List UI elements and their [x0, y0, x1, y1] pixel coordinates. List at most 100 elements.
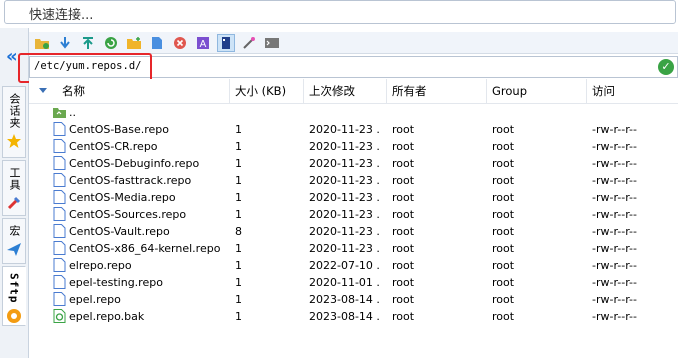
tab-sessions[interactable]: 会话夹: [2, 86, 26, 158]
file-date: 2023-08-14 ...: [309, 310, 381, 323]
backup-file-icon: [53, 309, 66, 323]
file-size: 8: [235, 225, 242, 238]
file-perm: -rw-r--r--: [592, 174, 637, 187]
file-perm: -rw-r--r--: [592, 191, 637, 204]
table-row[interactable]: ..: [29, 104, 678, 121]
file-list-header: 名称 大小 (KB) 上次修改 所有者 Group 访问: [29, 79, 678, 104]
download-icon[interactable]: [56, 34, 74, 52]
table-row[interactable]: CentOS-Debuginfo.repo 1 2020-11-23 ... r…: [29, 155, 678, 172]
file-name: epel-testing.repo: [69, 276, 163, 289]
file-group: root: [492, 276, 515, 289]
table-row[interactable]: CentOS-CR.repo 1 2020-11-23 ... root roo…: [29, 138, 678, 155]
file-size: 1: [235, 191, 242, 204]
file-perm: -rw-r--r--: [592, 293, 637, 306]
column-owner[interactable]: 所有者: [386, 79, 486, 103]
file-size: 1: [235, 174, 242, 187]
file-owner: root: [392, 123, 415, 136]
file-date: 2020-11-23 ...: [309, 225, 381, 238]
table-row[interactable]: CentOS-x86_64-kernel.repo 1 2020-11-23 .…: [29, 240, 678, 257]
delete-icon[interactable]: [171, 34, 189, 52]
file-perm: -rw-r--r--: [592, 225, 637, 238]
toggle-panel-icon[interactable]: [217, 33, 235, 52]
new-folder-icon[interactable]: [125, 34, 143, 52]
file-group: root: [492, 259, 515, 272]
table-row[interactable]: CentOS-fasttrack.repo 1 2020-11-23 ... r…: [29, 172, 678, 189]
table-row[interactable]: epel-testing.repo 1 2020-11-01 ... root …: [29, 274, 678, 291]
magic-wand-icon[interactable]: [240, 34, 258, 52]
file-size: 1: [235, 208, 242, 221]
file-group: root: [492, 242, 515, 255]
file-perm: -rw-r--r--: [592, 208, 637, 221]
rename-icon[interactable]: A: [194, 34, 212, 52]
quick-connect-input[interactable]: 快速连接...: [29, 4, 93, 23]
new-file-icon[interactable]: [148, 34, 166, 52]
refresh-icon[interactable]: [102, 34, 120, 52]
file-owner: root: [392, 310, 415, 323]
file-icon: [53, 258, 66, 272]
file-date: 2023-08-14 ...: [309, 293, 381, 306]
file-owner: root: [392, 191, 415, 204]
file-owner: root: [392, 208, 415, 221]
open-folder-icon[interactable]: [33, 34, 51, 52]
file-list: .. CentOS-Base.repo 1 2020-11-23 ... roo…: [29, 104, 678, 325]
terminal-icon[interactable]: [263, 34, 281, 52]
file-icon: [53, 139, 66, 153]
file-name: ..: [69, 106, 76, 119]
file-name: epel.repo: [69, 293, 121, 306]
tab-macros[interactable]: 宏: [2, 218, 26, 264]
file-group: root: [492, 208, 515, 221]
file-group: root: [492, 140, 515, 153]
file-icon: [53, 224, 66, 238]
table-row[interactable]: CentOS-Vault.repo 8 2020-11-23 ... root …: [29, 223, 678, 240]
table-row[interactable]: epel.repo.bak 1 2023-08-14 ... root root…: [29, 308, 678, 325]
file-owner: root: [392, 276, 415, 289]
confirm-path-icon[interactable]: ✓: [658, 59, 674, 75]
file-group: root: [492, 225, 515, 238]
column-size[interactable]: 大小 (KB): [229, 79, 303, 103]
file-group: root: [492, 310, 515, 323]
file-name: elrepo.repo: [69, 259, 132, 272]
file-owner: root: [392, 225, 415, 238]
file-perm: -rw-r--r--: [592, 259, 637, 272]
parent-folder-icon: [53, 108, 66, 118]
column-date[interactable]: 上次修改: [303, 79, 386, 103]
quick-connect-bar[interactable]: 快速连接...: [4, 0, 676, 24]
file-size: 1: [235, 293, 242, 306]
table-row[interactable]: elrepo.repo 1 2022-07-10 ... root root -…: [29, 257, 678, 274]
file-icon: [53, 241, 66, 255]
file-name: CentOS-Media.repo: [69, 191, 176, 204]
file-date: 2020-11-23 ...: [309, 208, 381, 221]
column-perm[interactable]: 访问: [586, 79, 678, 103]
tab-tools[interactable]: 工具: [2, 160, 26, 216]
file-owner: root: [392, 259, 415, 272]
tab-sftp[interactable]: Sftp: [2, 266, 26, 326]
file-size: 1: [235, 276, 242, 289]
sftp-toolbar: A: [29, 32, 678, 54]
column-group[interactable]: Group: [486, 79, 586, 103]
file-name: CentOS-Base.repo: [69, 123, 169, 136]
upload-icon[interactable]: [79, 34, 97, 52]
sort-arrow-icon: [39, 88, 47, 93]
file-date: 2020-11-23 ...: [309, 174, 381, 187]
file-name: CentOS-Sources.repo: [69, 208, 187, 221]
svg-text:A: A: [200, 39, 207, 50]
file-name: CentOS-CR.repo: [69, 140, 158, 153]
table-row[interactable]: CentOS-Base.repo 1 2020-11-23 ... root r…: [29, 121, 678, 138]
file-group: root: [492, 174, 515, 187]
file-owner: root: [392, 242, 415, 255]
file-size: 1: [235, 157, 242, 170]
file-perm: -rw-r--r--: [592, 276, 637, 289]
file-perm: -rw-r--r--: [592, 140, 637, 153]
table-row[interactable]: CentOS-Sources.repo 1 2020-11-23 ... roo…: [29, 206, 678, 223]
table-row[interactable]: CentOS-Media.repo 1 2020-11-23 ... root …: [29, 189, 678, 206]
file-owner: root: [392, 140, 415, 153]
file-perm: -rw-r--r--: [592, 157, 637, 170]
file-group: root: [492, 191, 515, 204]
table-row[interactable]: epel.repo 1 2023-08-14 ... root root -rw…: [29, 291, 678, 308]
file-owner: root: [392, 174, 415, 187]
file-date: 2020-11-23 ...: [309, 191, 381, 204]
file-icon: [53, 275, 66, 289]
file-name: CentOS-Debuginfo.repo: [69, 157, 200, 170]
column-name[interactable]: 名称: [57, 79, 229, 103]
tab-sessions-label: 会话夹: [8, 93, 21, 129]
